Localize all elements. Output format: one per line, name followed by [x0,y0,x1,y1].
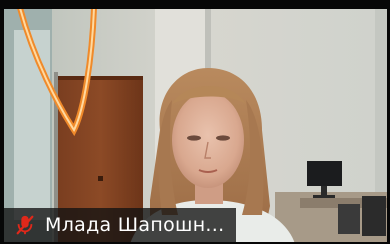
participant-name: Млада Шапошн... [45,214,225,236]
participant-video-tile[interactable]: Млада Шапошн... [0,0,390,244]
participant-name-bar: Млада Шапошн... [4,208,237,242]
microphone-muted-icon[interactable] [14,214,36,236]
